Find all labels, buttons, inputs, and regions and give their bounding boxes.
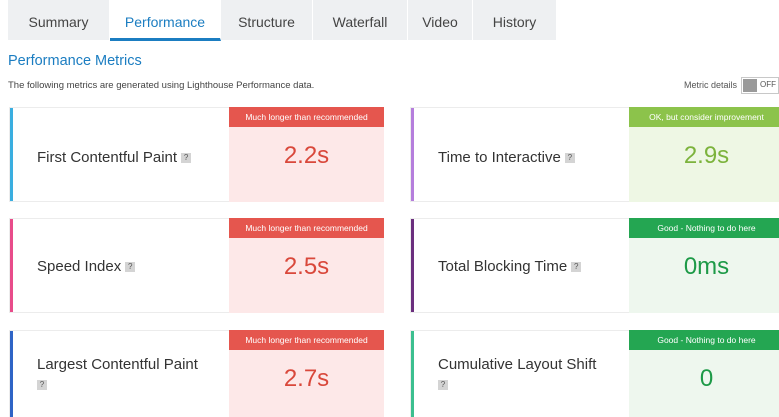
toggle-state-text: OFF (760, 79, 776, 89)
status-badge: Much longer than recommended (229, 330, 384, 350)
metric-card-largest-contentful-paint: Largest Contentful Paint? Much longer th… (9, 330, 384, 417)
tab-bar-spacer (557, 0, 779, 40)
help-icon[interactable]: ? (181, 153, 192, 163)
metric-stripe (411, 331, 414, 417)
tab-video[interactable]: Video (408, 0, 473, 40)
metric-details-toggle[interactable]: OFF (741, 76, 779, 94)
tab-performance[interactable]: Performance (110, 0, 221, 41)
help-icon[interactable]: ? (125, 262, 136, 272)
metric-name-text: Total Blocking Time (438, 258, 568, 275)
status-badge: Much longer than recommended (229, 218, 384, 238)
metric-name-text: First Contentful Paint (37, 149, 178, 166)
toggle-knob (743, 78, 757, 92)
tab-waterfall[interactable]: Waterfall (313, 0, 408, 40)
help-icon[interactable]: ? (37, 380, 47, 390)
metric-stripe (10, 108, 13, 201)
metric-value: 2.7s (283, 365, 330, 392)
metric-name-text: Largest Contentful Paint (37, 356, 198, 373)
metric-stripe (411, 108, 414, 201)
metric-name: Time to Interactive? (438, 148, 575, 168)
tab-summary[interactable]: Summary (8, 0, 110, 40)
section-description: The following metrics are generated usin… (8, 80, 315, 91)
metric-value-box: Good - Nothing to do here 0ms (629, 218, 779, 313)
tab-bar: Summary Performance Structure Waterfall … (8, 0, 779, 41)
metric-card-time-to-interactive: Time to Interactive? OK, but consider im… (410, 107, 779, 202)
metric-value: 0ms (683, 253, 730, 280)
metric-card-speed-index: Speed Index? Much longer than recommende… (9, 218, 384, 313)
section-title: Performance Metrics (8, 53, 142, 69)
metric-value: 0 (699, 365, 714, 392)
metric-details-label: Metric details (683, 80, 737, 90)
metric-name: Speed Index? (37, 257, 136, 277)
help-icon[interactable]: ? (564, 153, 575, 163)
metric-name-text: Time to Interactive (438, 149, 561, 166)
metric-value: 2.2s (283, 142, 330, 169)
metric-name-text: Speed Index (37, 258, 122, 275)
metric-value-box: Much longer than recommended 2.5s (229, 218, 384, 313)
metric-value: 2.5s (283, 253, 330, 280)
metric-name: Cumulative Layout Shift? (438, 355, 596, 395)
metric-stripe (10, 331, 13, 417)
help-icon[interactable]: ? (571, 262, 582, 272)
metric-value-box: Much longer than recommended 2.7s (229, 330, 384, 417)
metric-name: First Contentful Paint? (37, 148, 192, 168)
metric-stripe (10, 219, 13, 312)
tab-history[interactable]: History (473, 0, 557, 40)
metric-name-text: Cumulative Layout Shift (438, 356, 597, 373)
metric-details-control: Metric details OFF (684, 76, 779, 94)
metric-name: Total Blocking Time? (438, 257, 582, 277)
metric-card-cumulative-layout-shift: Cumulative Layout Shift? Good - Nothing … (410, 330, 779, 417)
metric-card-first-contentful-paint: First Contentful Paint? Much longer than… (9, 107, 384, 202)
metric-name: Largest Contentful Paint? (37, 355, 198, 395)
status-badge: Good - Nothing to do here (629, 218, 779, 238)
help-icon[interactable]: ? (438, 380, 448, 390)
tab-structure[interactable]: Structure (221, 0, 313, 40)
metric-value-box: OK, but consider improvement 2.9s (629, 107, 779, 202)
status-badge: Much longer than recommended (229, 107, 384, 127)
metric-stripe (411, 219, 414, 312)
metric-value: 2.9s (683, 142, 730, 169)
metric-value-box: Good - Nothing to do here 0 (629, 330, 779, 417)
metric-card-total-blocking-time: Total Blocking Time? Good - Nothing to d… (410, 218, 779, 313)
status-badge: Good - Nothing to do here (629, 330, 779, 350)
status-badge: OK, but consider improvement (629, 107, 779, 127)
metric-value-box: Much longer than recommended 2.2s (229, 107, 384, 202)
